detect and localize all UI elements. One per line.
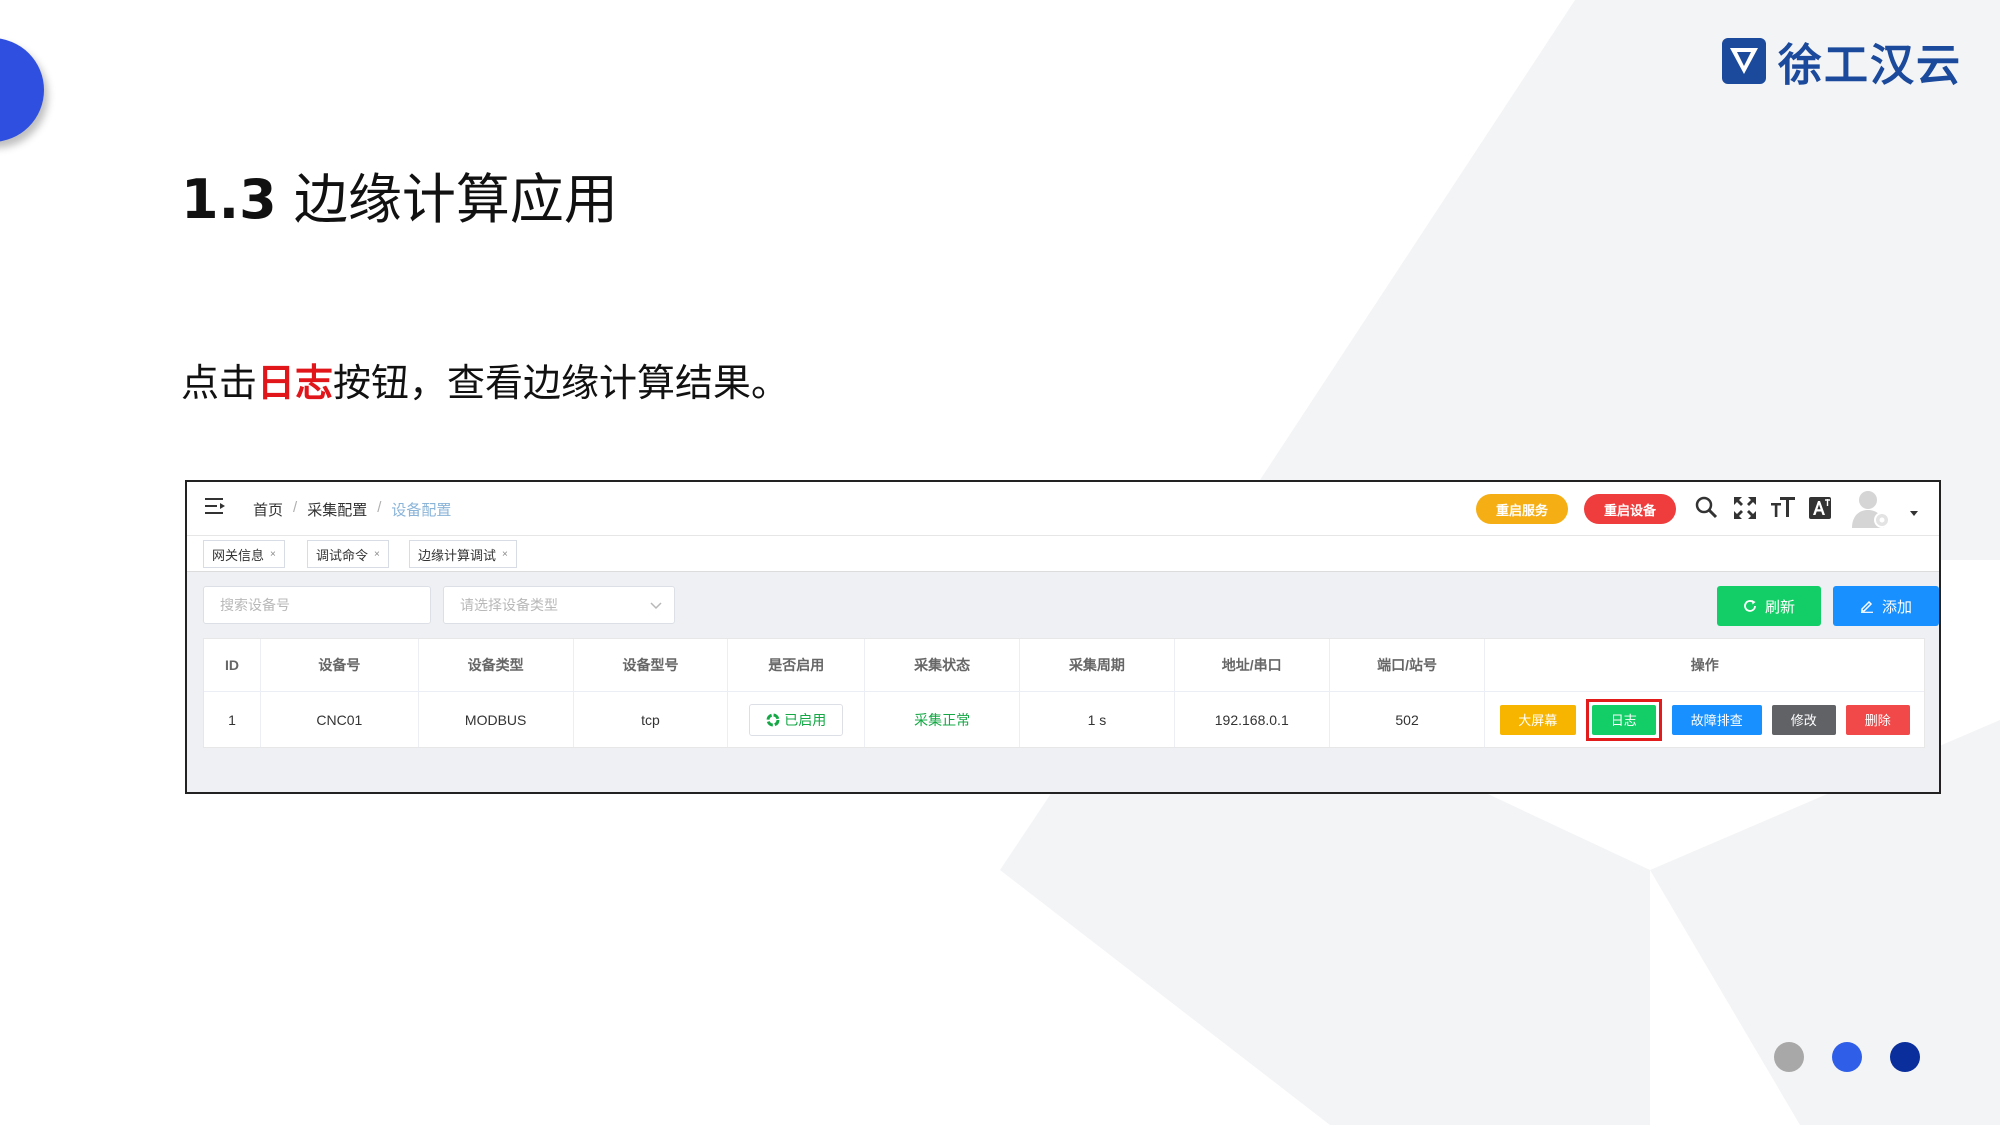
font-size-icon[interactable] (1769, 494, 1797, 522)
breadcrumb-separator: / (377, 499, 382, 516)
tab-close-icon[interactable]: × (374, 549, 380, 560)
restart-service-button[interactable]: 重启服务 (1476, 494, 1568, 524)
log-button[interactable]: 日志 (1591, 704, 1656, 735)
col-header: 端口/站号 (1330, 639, 1486, 691)
device-search-input[interactable] (203, 586, 431, 624)
col-header: 是否启用 (728, 639, 866, 691)
tab-label: 边缘计算调试 (418, 547, 497, 563)
tab-label: 网关信息 (212, 547, 265, 563)
col-header: 设备号 (261, 639, 419, 691)
chevron-down-icon (650, 602, 662, 610)
pager-dot (1774, 1042, 1804, 1072)
user-avatar-icon[interactable] (1850, 488, 1894, 532)
breadcrumb-config[interactable]: 采集配置 (307, 499, 367, 520)
logo-mark-icon (1722, 38, 1766, 84)
instruction-pre: 点击 (181, 361, 258, 405)
add-label: 添加 (1881, 598, 1912, 616)
breadcrumb-home[interactable]: 首页 (253, 499, 283, 520)
device-type-select[interactable]: 请选择设备类型 (443, 586, 675, 624)
translate-icon[interactable] (1807, 494, 1835, 522)
edit-button[interactable]: 修改 (1771, 704, 1836, 735)
big-screen-button[interactable]: 大屏幕 (1499, 704, 1576, 735)
instruction-text: 点击日志按钮，查看边缘计算结果。 (181, 352, 789, 407)
caret-down-icon[interactable] (1909, 508, 1919, 518)
enabled-tag[interactable]: 已启用 (749, 703, 844, 736)
col-header: 操作 (1690, 657, 1719, 673)
pager-dots (1774, 1042, 1920, 1072)
instruction-highlight: 日志 (257, 361, 334, 405)
breadcrumb-separator: / (293, 499, 298, 516)
refresh-icon (1744, 600, 1756, 612)
hamburger-icon[interactable] (205, 496, 227, 516)
table-header-row: ID 设备号 设备类型 设备型号 是否启用 采集状态 采集周期 地址/串口 端口… (204, 639, 1924, 691)
col-header: 采集周期 (1020, 639, 1175, 691)
breadcrumb: 首页 / 采集配置 / 设备配置 (253, 499, 451, 520)
tab-close-icon[interactable]: × (502, 549, 508, 560)
cell-device-no: CNC01 (261, 692, 419, 747)
search-icon[interactable] (1693, 494, 1721, 522)
refresh-button[interactable]: 刷新 (1717, 586, 1821, 626)
enabled-label: 已启用 (784, 711, 827, 728)
tab-label: 调试命令 (316, 547, 369, 563)
cell-status: 采集正常 (865, 692, 1021, 747)
tab-close-icon[interactable]: × (270, 549, 276, 560)
tab-edge-compute-debug[interactable]: 边缘计算调试 × (409, 540, 517, 568)
title-text: 边缘计算应用 (293, 168, 618, 231)
tab-debug-command[interactable]: 调试命令 × (307, 540, 389, 568)
logo-text: 徐工汉云 (1778, 40, 1962, 91)
company-logo: 徐工汉云 (1720, 34, 1962, 91)
col-header: 设备类型 (419, 639, 574, 691)
slide-title: 1.3 边缘计算应用 (181, 155, 618, 234)
cell-device-type: MODBUS (419, 692, 574, 747)
table-row: 1 CNC01 MODBUS tcp 已启用 采集正常 1 s 192.168.… (204, 691, 1924, 747)
title-number: 1.3 (181, 168, 277, 231)
cell-actions: 大屏幕 日志 故障排查 修改 删除 (1485, 692, 1923, 747)
instruction-post: 按钮，查看边缘计算结果。 (333, 361, 790, 405)
pager-dot (1832, 1042, 1862, 1072)
recycle-icon (766, 713, 780, 726)
app-topbar: 首页 / 采集配置 / 设备配置 重启服务 重启设备 (187, 482, 1939, 536)
app-screenshot: 首页 / 采集配置 / 设备配置 重启服务 重启设备 网关信息 × 调试命令 ×… (185, 480, 1941, 794)
fullscreen-icon[interactable] (1731, 494, 1759, 522)
pager-dot (1890, 1042, 1920, 1072)
device-table: ID 设备号 设备类型 设备型号 是否启用 采集状态 采集周期 地址/串口 端口… (203, 638, 1925, 748)
log-button-highlight: 日志 (1585, 698, 1662, 741)
tab-bar: 网关信息 × 调试命令 × 边缘计算调试 × (187, 536, 1939, 572)
restart-device-button[interactable]: 重启设备 (1584, 494, 1676, 524)
refresh-label: 刷新 (1764, 598, 1795, 616)
cell-period: 1 s (1020, 692, 1175, 747)
delete-button[interactable]: 删除 (1845, 704, 1910, 735)
col-header: 采集状态 (865, 639, 1021, 691)
select-placeholder: 请选择设备类型 (460, 597, 558, 613)
breadcrumb-current: 设备配置 (391, 502, 452, 519)
add-button[interactable]: 添加 (1833, 586, 1939, 626)
cell-enabled: 已启用 (728, 692, 866, 747)
cell-id: 1 (204, 692, 261, 747)
edit-icon (1860, 600, 1873, 613)
cell-port: 502 (1330, 692, 1486, 747)
tab-gateway-info[interactable]: 网关信息 × (203, 540, 285, 568)
cell-address: 192.168.0.1 (1175, 692, 1330, 747)
col-header: 地址/串口 (1175, 639, 1330, 691)
col-header: ID (204, 639, 261, 691)
cell-model: tcp (574, 692, 729, 747)
troubleshoot-button[interactable]: 故障排查 (1671, 704, 1762, 735)
col-header: 设备型号 (574, 639, 729, 691)
